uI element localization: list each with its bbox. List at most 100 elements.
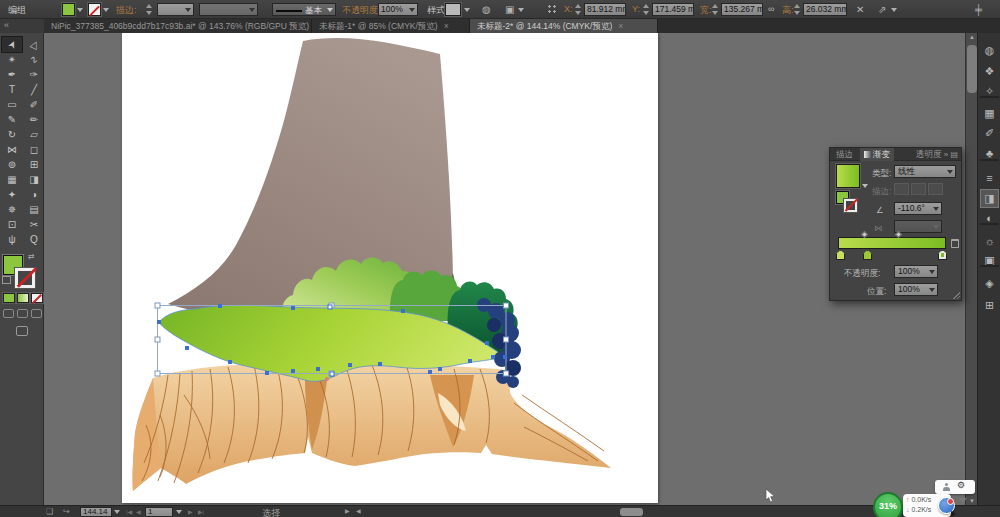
- perspective-grid-tool[interactable]: ⊞: [24, 157, 44, 172]
- gradient-stop-0[interactable]: [836, 250, 845, 260]
- swatches-panel-icon[interactable]: ❖: [981, 63, 998, 80]
- shape-builder-tool[interactable]: ⊚: [2, 157, 22, 172]
- gradient-slider[interactable]: [838, 237, 946, 249]
- status-icon-1[interactable]: ❏: [46, 507, 53, 516]
- swap-fill-stroke-icon[interactable]: ⇄: [28, 252, 35, 261]
- brush-definition-dropdown[interactable]: 基本: [272, 3, 336, 16]
- fill-caret-icon[interactable]: [77, 8, 83, 12]
- shaper-tool[interactable]: ✏: [24, 112, 44, 127]
- zoom-caret-icon[interactable]: [114, 510, 120, 514]
- gradient-swatch[interactable]: [836, 164, 860, 188]
- color-guide-panel-icon[interactable]: ◍: [981, 42, 998, 59]
- artboards-panel-icon[interactable]: ⊞: [981, 297, 998, 314]
- gradient-type-dropdown[interactable]: 线性: [894, 165, 956, 178]
- reference-point-locator[interactable]: [547, 4, 558, 15]
- magic-wand-tool[interactable]: ✴: [2, 52, 22, 67]
- stroke-weight-field[interactable]: [157, 3, 194, 16]
- shear-caret-icon[interactable]: [891, 8, 897, 12]
- stroke-caret-icon[interactable]: [103, 8, 109, 12]
- eyedropper-tool[interactable]: ✦: [2, 187, 22, 202]
- h-field[interactable]: 26.032 mm: [803, 3, 847, 16]
- horizontal-scroll-thumb[interactable]: [620, 508, 643, 516]
- free-transform-tool[interactable]: ◻: [24, 142, 44, 157]
- percent-badge[interactable]: 31%: [873, 492, 903, 517]
- direct-selection-tool[interactable]: ▷: [24, 37, 44, 52]
- artboard-caret-icon[interactable]: [176, 510, 182, 514]
- gp-stroke-proxy[interactable]: [844, 199, 857, 212]
- y-field[interactable]: 171.459 m: [652, 3, 694, 16]
- stroke-weight-label[interactable]: 描边:: [116, 4, 137, 17]
- selection-tool[interactable]: ➤: [2, 37, 22, 52]
- draw-normal-button[interactable]: [3, 309, 14, 318]
- stroke-color-swatch[interactable]: [88, 3, 101, 16]
- style-caret-icon[interactable]: [464, 8, 470, 12]
- vertical-scrollbar[interactable]: ▲ ▼: [965, 33, 977, 505]
- h-stepper[interactable]: [794, 4, 801, 15]
- brushes-panel-icon[interactable]: ✐: [981, 125, 998, 142]
- w-field[interactable]: 135.267 m: [721, 3, 763, 16]
- layers-panel-icon[interactable]: ◈: [981, 275, 998, 292]
- recolor-artwork-icon[interactable]: ◍: [482, 3, 491, 16]
- tools-collapse-button[interactable]: «: [0, 19, 44, 33]
- scale-tool[interactable]: ▱: [24, 127, 44, 142]
- zoom-tool[interactable]: Q: [24, 232, 44, 247]
- slice-tool[interactable]: ✂: [24, 217, 44, 232]
- x-field[interactable]: 81.912 mm: [584, 3, 626, 16]
- document-tab-3[interactable]: 未标题-2* @ 144.14% (CMYK/预览)×: [470, 19, 658, 33]
- vertical-scroll-thumb[interactable]: [967, 45, 977, 93]
- none-mode-button[interactable]: [31, 293, 43, 303]
- transform-icon[interactable]: ✕: [856, 3, 864, 16]
- panel-menu-icon[interactable]: » ▤: [944, 148, 958, 161]
- w-stepper[interactable]: [712, 4, 719, 15]
- screen-mode-button[interactable]: [16, 326, 28, 336]
- pattern-panel-icon[interactable]: ▦: [981, 105, 998, 122]
- overlay-tool-pill[interactable]: ⚙: [935, 480, 975, 494]
- panel-toggle-icon[interactable]: ╪: [975, 3, 982, 16]
- prev-artboard-icon[interactable]: ◀: [136, 508, 141, 515]
- tab-gradient[interactable]: 渐变: [860, 148, 894, 161]
- line-segment-tool[interactable]: ╱: [24, 82, 44, 97]
- gradient-stop-25[interactable]: [863, 250, 872, 260]
- default-fill-stroke-icon[interactable]: [2, 276, 11, 284]
- appearance-panel-icon[interactable]: ☼: [981, 233, 998, 250]
- column-graph-tool[interactable]: ▤: [24, 202, 44, 217]
- lasso-tool[interactable]: ∿: [24, 52, 44, 67]
- next-artboard-icon[interactable]: ▶: [188, 508, 193, 515]
- hscroll-right-icon[interactable]: ◀: [356, 507, 361, 514]
- artboard[interactable]: [122, 33, 658, 503]
- gradient-stop-100[interactable]: [938, 250, 947, 260]
- pencil-tool[interactable]: ✎: [2, 112, 22, 127]
- style-swatch[interactable]: [445, 3, 461, 16]
- gradient-tool[interactable]: ◨: [24, 172, 44, 187]
- document-tab-1[interactable]: NiPic_377385_406b9cdd7b17c93b.ai* @ 143.…: [44, 19, 312, 33]
- tab-transparency[interactable]: 透明度: [912, 148, 946, 161]
- status-icon-2[interactable]: ↪: [63, 507, 70, 516]
- select-similar-caret-icon[interactable]: [518, 8, 524, 12]
- zoom-level-field[interactable]: 144.14: [80, 507, 112, 517]
- x-stepper[interactable]: [575, 4, 582, 15]
- width-profile-dropdown[interactable]: [199, 3, 258, 16]
- rotate-tool[interactable]: ↻: [2, 127, 22, 142]
- stroke-panel-icon[interactable]: ≡: [981, 170, 998, 187]
- select-similar-icon[interactable]: ▣: [505, 3, 514, 16]
- last-artboard-icon[interactable]: ▶|: [198, 508, 204, 515]
- gradient-panel-icon[interactable]: ◨: [981, 190, 998, 207]
- paintbrush-tool[interactable]: ✐: [24, 97, 44, 112]
- width-tool[interactable]: ⋈: [2, 142, 22, 157]
- pen-tool[interactable]: ✒: [2, 67, 22, 82]
- tab-close-icon[interactable]: ×: [618, 21, 623, 31]
- tree-stump-artwork[interactable]: [122, 33, 658, 503]
- first-artboard-icon[interactable]: |◀: [126, 508, 132, 515]
- rectangle-tool[interactable]: ▭: [2, 97, 22, 112]
- delete-stop-icon[interactable]: [951, 239, 959, 248]
- gp-opacity-field[interactable]: 100%: [894, 265, 938, 278]
- panel-resize-grip[interactable]: [953, 292, 960, 299]
- curvature-tool[interactable]: ✑: [24, 67, 44, 82]
- draw-inside-button[interactable]: [31, 309, 42, 318]
- opacity-field[interactable]: 100%: [378, 3, 418, 16]
- hscroll-left-icon[interactable]: ▶: [345, 507, 350, 514]
- scroll-up-icon[interactable]: ▲: [969, 34, 975, 40]
- artboard-number-field[interactable]: 1: [145, 507, 173, 517]
- constrain-link-icon[interactable]: ∞: [768, 3, 774, 16]
- gp-position-field[interactable]: 100%: [894, 283, 938, 296]
